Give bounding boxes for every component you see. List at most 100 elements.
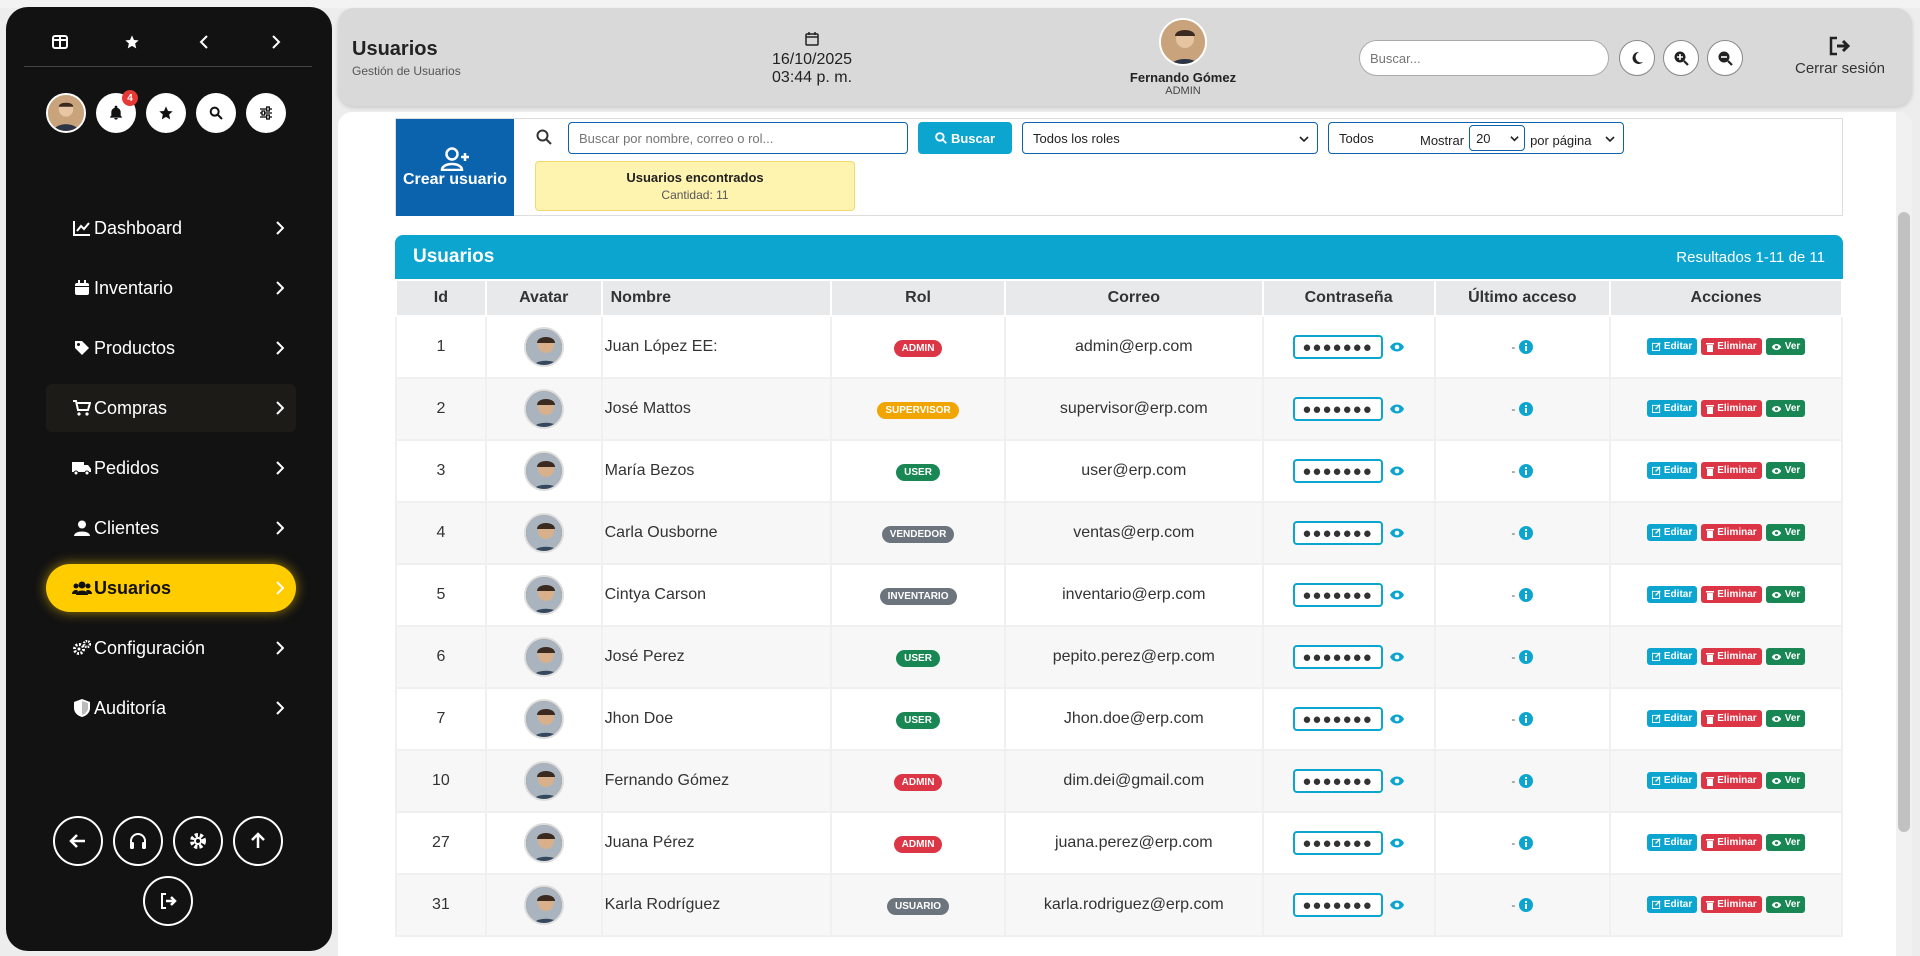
password-field[interactable]: ●●●●●●● [1292, 645, 1383, 669]
delete-button[interactable]: Eliminar [1701, 772, 1762, 789]
info-icon[interactable] [1519, 340, 1534, 354]
delete-button[interactable]: Eliminar [1701, 896, 1762, 913]
scrollbar[interactable] [1896, 112, 1912, 956]
delete-button[interactable]: Eliminar [1701, 710, 1762, 727]
sidebar-item-pedidos[interactable]: Pedidos [46, 444, 296, 492]
star-icon[interactable] [112, 25, 152, 59]
delete-button[interactable]: Eliminar [1701, 400, 1762, 417]
sidebar-item-dashboard[interactable]: Dashboard [46, 204, 296, 252]
info-icon[interactable] [1519, 836, 1534, 850]
eye-icon[interactable] [1389, 465, 1405, 477]
zoom-in-button[interactable] [1663, 40, 1699, 76]
password-field[interactable]: ●●●●●●● [1292, 521, 1383, 545]
password-field[interactable]: ●●●●●●● [1292, 397, 1383, 421]
password-field[interactable]: ●●●●●●● [1292, 831, 1383, 855]
password-field[interactable]: ●●●●●●● [1292, 707, 1383, 731]
sidebar-item-auditoria[interactable]: Auditoría [46, 684, 296, 732]
password-field[interactable]: ●●●●●●● [1292, 769, 1383, 793]
eye-icon[interactable] [1389, 775, 1405, 787]
back-arrow-icon[interactable] [53, 816, 103, 866]
info-icon[interactable] [1519, 712, 1534, 726]
sliders-icon[interactable] [246, 93, 286, 133]
search-button[interactable]: Buscar [918, 122, 1012, 154]
sidebar-item-usuarios[interactable]: Usuarios [46, 564, 296, 612]
view-button[interactable]: Ver [1765, 834, 1806, 851]
chevron-left-icon[interactable] [184, 25, 224, 59]
layout-icon[interactable] [40, 25, 80, 59]
eye-icon[interactable] [1389, 589, 1405, 601]
chevron-right-icon[interactable] [256, 25, 296, 59]
dark-mode-toggle[interactable] [1619, 40, 1655, 76]
view-button[interactable]: Ver [1765, 338, 1806, 355]
edit-button[interactable]: Editar [1646, 834, 1698, 851]
delete-button[interactable]: Eliminar [1701, 338, 1762, 355]
info-icon[interactable] [1519, 588, 1534, 602]
sidebar-item-configuracion[interactable]: Configuración [46, 624, 296, 672]
delete-button[interactable]: Eliminar [1701, 524, 1762, 541]
info-icon[interactable] [1519, 402, 1534, 416]
edit-button[interactable]: Editar [1646, 648, 1698, 665]
zoom-out-button[interactable] [1707, 40, 1743, 76]
info-icon[interactable] [1519, 650, 1534, 664]
column-header[interactable]: Id [395, 279, 487, 317]
view-button[interactable]: Ver [1765, 586, 1806, 603]
edit-button[interactable]: Editar [1646, 400, 1698, 417]
user-search-input[interactable] [568, 122, 908, 154]
eye-icon[interactable] [1389, 837, 1405, 849]
view-button[interactable]: Ver [1765, 524, 1806, 541]
column-header[interactable]: Rol [830, 279, 1006, 317]
column-header[interactable]: Nombre [600, 279, 833, 317]
search-icon[interactable] [196, 93, 236, 133]
sidebar-item-compras[interactable]: Compras [46, 384, 296, 432]
create-user-button[interactable]: Crear usuario [396, 119, 514, 216]
edit-button[interactable]: Editar [1646, 338, 1698, 355]
delete-button[interactable]: Eliminar [1701, 586, 1762, 603]
view-button[interactable]: Ver [1765, 710, 1806, 727]
password-field[interactable]: ●●●●●●● [1292, 893, 1383, 917]
edit-button[interactable]: Editar [1646, 896, 1698, 913]
page-size-select[interactable]: 20 [1469, 125, 1526, 151]
info-icon[interactable] [1519, 526, 1534, 540]
delete-button[interactable]: Eliminar [1701, 834, 1762, 851]
avatar[interactable] [46, 93, 86, 133]
edit-button[interactable]: Editar [1646, 462, 1698, 479]
column-header[interactable]: Último acceso [1433, 279, 1612, 317]
view-button[interactable]: Ver [1765, 896, 1806, 913]
arrow-up-icon[interactable] [233, 816, 283, 866]
password-field[interactable]: ●●●●●●● [1292, 459, 1383, 483]
sidebar-item-inventario[interactable]: Inventario [46, 264, 296, 312]
favorites-icon[interactable] [146, 93, 186, 133]
edit-button[interactable]: Editar [1646, 586, 1698, 603]
eye-icon[interactable] [1389, 899, 1405, 911]
sidebar-item-clientes[interactable]: Clientes [46, 504, 296, 552]
logout-button[interactable]: Cerrar sesión [1795, 36, 1885, 77]
delete-button[interactable]: Eliminar [1701, 648, 1762, 665]
eye-icon[interactable] [1389, 713, 1405, 725]
edit-button[interactable]: Editar [1646, 710, 1698, 727]
password-field[interactable]: ●●●●●●● [1292, 583, 1383, 607]
edit-button[interactable]: Editar [1646, 772, 1698, 789]
scrollbar-thumb[interactable] [1898, 212, 1910, 832]
eye-icon[interactable] [1389, 651, 1405, 663]
edit-button[interactable]: Editar [1646, 524, 1698, 541]
eye-icon[interactable] [1389, 527, 1405, 539]
view-button[interactable]: Ver [1765, 400, 1806, 417]
eye-icon[interactable] [1389, 341, 1405, 353]
column-header[interactable]: Correo [1003, 279, 1264, 317]
user-profile[interactable]: Fernando Gómez ADMIN [1108, 18, 1258, 97]
info-icon[interactable] [1519, 898, 1534, 912]
password-field[interactable]: ●●●●●●● [1292, 335, 1383, 359]
info-icon[interactable] [1519, 774, 1534, 788]
logout-icon[interactable] [143, 876, 193, 926]
sidebar-item-productos[interactable]: Productos [46, 324, 296, 372]
header-search-input[interactable] [1359, 40, 1609, 76]
headphones-icon[interactable] [113, 816, 163, 866]
gear-icon[interactable] [173, 816, 223, 866]
role-filter-select[interactable]: Todos los roles [1022, 122, 1318, 154]
delete-button[interactable]: Eliminar [1701, 462, 1762, 479]
info-icon[interactable] [1519, 464, 1534, 478]
view-button[interactable]: Ver [1765, 462, 1806, 479]
eye-icon[interactable] [1389, 403, 1405, 415]
view-button[interactable]: Ver [1765, 648, 1806, 665]
bell-icon[interactable]: 4 [96, 90, 138, 133]
